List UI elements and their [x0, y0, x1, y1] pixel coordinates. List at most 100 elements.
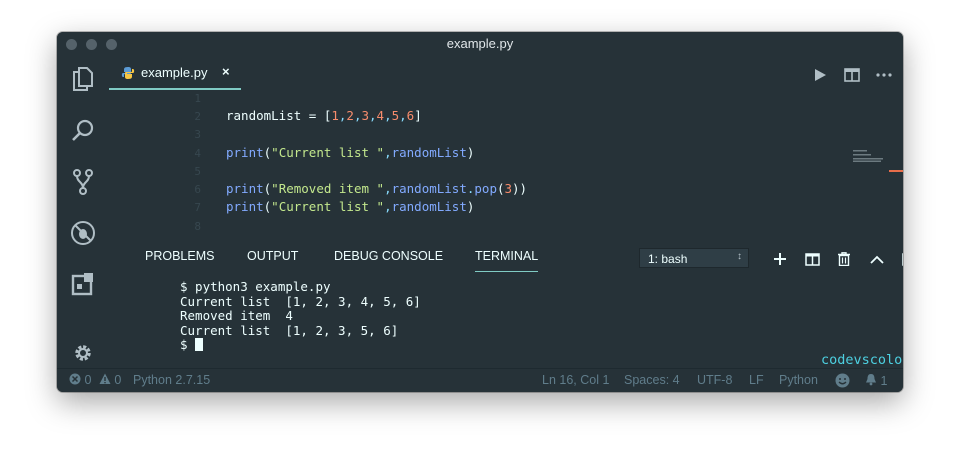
code-token: randomList: [391, 199, 467, 214]
code-text: randomList = [1,2,3,4,5,6]: [226, 108, 422, 123]
terminal-line: Current list [1, 2, 3, 4, 5, 6]: [180, 293, 421, 309]
code-line[interactable]: 4 print("Current list ",randomList): [109, 145, 809, 163]
tab-terminal[interactable]: TERMINAL: [475, 249, 539, 272]
window-title: example.py: [446, 36, 514, 51]
notifications[interactable]: 1: [865, 373, 887, 388]
bell-icon: [866, 374, 876, 386]
code-token: randomList = [: [226, 108, 332, 123]
code-token: ]: [414, 108, 422, 123]
vscode-window: example.py example.py × 1 2 randomList =…: [57, 32, 903, 392]
code-token: randomList: [391, 181, 467, 196]
code-token: "Removed item ": [271, 181, 385, 196]
code-token: ,: [384, 181, 392, 196]
trash-icon[interactable]: [836, 251, 852, 267]
editor-tab-bar: example.py ×: [109, 56, 903, 90]
minimap[interactable]: [853, 150, 898, 164]
code-token: 2: [346, 108, 354, 123]
terminal-prompt-line: $: [180, 337, 421, 353]
line-number: 4: [194, 147, 201, 160]
code-line[interactable]: 2 randomList = [1,2,3,4,5,6]: [109, 108, 809, 126]
code-token: )): [512, 181, 528, 196]
maximize-panel-icon[interactable]: [901, 251, 903, 267]
code-line[interactable]: 7 print("Current list ",randomList): [109, 199, 809, 217]
line-number: 2: [194, 110, 201, 123]
notification-count: 1: [880, 374, 888, 388]
plus-icon[interactable]: [772, 251, 788, 267]
terminal-cursor: [195, 338, 204, 351]
code-line[interactable]: 6 print("Removed item ",randomList.pop(3)…: [109, 181, 809, 199]
chevron-up-icon[interactable]: [869, 251, 885, 267]
select-chevron-icon: ↕: [737, 251, 742, 262]
code-token: ,: [369, 108, 377, 123]
split-terminal-icon[interactable]: [804, 251, 820, 267]
error-count: 0: [84, 373, 92, 387]
line-number: 3: [194, 128, 201, 141]
code-text: print("Current list ",randomList): [226, 145, 474, 160]
search-icon[interactable]: [69, 116, 97, 144]
code-token: ,: [384, 145, 392, 160]
more-icon[interactable]: [875, 66, 893, 84]
code-token: print: [226, 145, 264, 160]
code-token: print: [226, 181, 264, 196]
tab-example-py[interactable]: example.py ×: [109, 56, 241, 90]
code-token: (: [496, 181, 505, 196]
code-token: ): [466, 199, 475, 214]
gear-icon[interactable]: [69, 339, 97, 367]
source-control-icon[interactable]: [69, 168, 97, 196]
line-number: 7: [194, 201, 201, 214]
encoding[interactable]: UTF-8: [697, 373, 732, 387]
problems-status[interactable]: 0 0: [69, 373, 121, 387]
line-number: 5: [194, 165, 201, 178]
code-token: 3: [361, 108, 370, 123]
code-token: ,: [399, 108, 407, 123]
split-editor-icon[interactable]: [843, 66, 861, 84]
indentation[interactable]: Spaces: 4: [624, 373, 680, 387]
code-token: pop: [474, 181, 497, 196]
extensions-icon[interactable]: [69, 270, 97, 298]
error-icon: [69, 373, 81, 385]
run-icon[interactable]: [811, 66, 829, 84]
terminal-output[interactable]: $ python3 example.py Current list [1, 2, …: [180, 279, 421, 353]
terminal-line: Current list [1, 2, 3, 5, 6]: [180, 322, 399, 338]
code-token: ): [466, 145, 475, 160]
code-token: print: [226, 199, 264, 214]
activity-bar: [57, 56, 109, 368]
line-number: 8: [194, 220, 201, 233]
language-mode[interactable]: Python: [779, 373, 818, 387]
terminal-line: $ python3 example.py: [180, 279, 331, 294]
python-interpreter[interactable]: Python 2.7.15: [133, 373, 210, 387]
line-endings[interactable]: LF: [749, 373, 764, 387]
status-bar: 0 0 Python 2.7.15 Ln 16, Col 1 Spaces: 4…: [57, 368, 903, 392]
debug-icon[interactable]: [69, 219, 97, 247]
code-line[interactable]: 3: [109, 126, 809, 144]
cursor-position[interactable]: Ln 16, Col 1: [542, 373, 609, 387]
line-number: 6: [194, 183, 201, 196]
watermark: codevscolor.com: [821, 352, 903, 368]
code-token: ,: [384, 199, 392, 214]
code-token: 4: [376, 108, 385, 123]
line-number: 1: [194, 92, 201, 105]
code-line[interactable]: 8: [109, 218, 809, 236]
terminal-line: Removed item 4: [180, 308, 293, 323]
tab-problems[interactable]: PROBLEMS: [145, 249, 214, 263]
terminal-prompt: $: [180, 337, 196, 352]
code-token: 5: [391, 108, 400, 123]
tab-debug-console[interactable]: DEBUG CONSOLE: [334, 249, 443, 263]
tab-output[interactable]: OUTPUT: [247, 249, 298, 263]
code-text: print("Removed item ",randomList.pop(3)): [226, 181, 527, 196]
files-icon[interactable]: [69, 65, 97, 93]
terminal-select[interactable]: 1: bash ↕: [639, 248, 749, 268]
title-bar: example.py: [57, 32, 903, 56]
warning-count: 0: [114, 373, 122, 387]
python-file-icon: [121, 66, 135, 85]
code-editor[interactable]: 1 2 randomList = [1,2,3,4,5,6] 3 4 print("Cur…: [109, 90, 903, 268]
code-line[interactable]: 5: [109, 163, 809, 181]
smiley-icon[interactable]: [835, 373, 850, 391]
tab-close-icon[interactable]: ×: [222, 64, 230, 79]
code-token: ,: [384, 108, 392, 123]
code-line[interactable]: 1: [109, 90, 809, 108]
bottom-panel: PROBLEMS OUTPUT DEBUG CONSOLE TERMINAL 1…: [109, 244, 903, 368]
code-token: randomList: [391, 145, 467, 160]
code-text: print("Current list ",randomList): [226, 199, 474, 214]
terminal-select-value: 1: bash: [648, 252, 688, 266]
